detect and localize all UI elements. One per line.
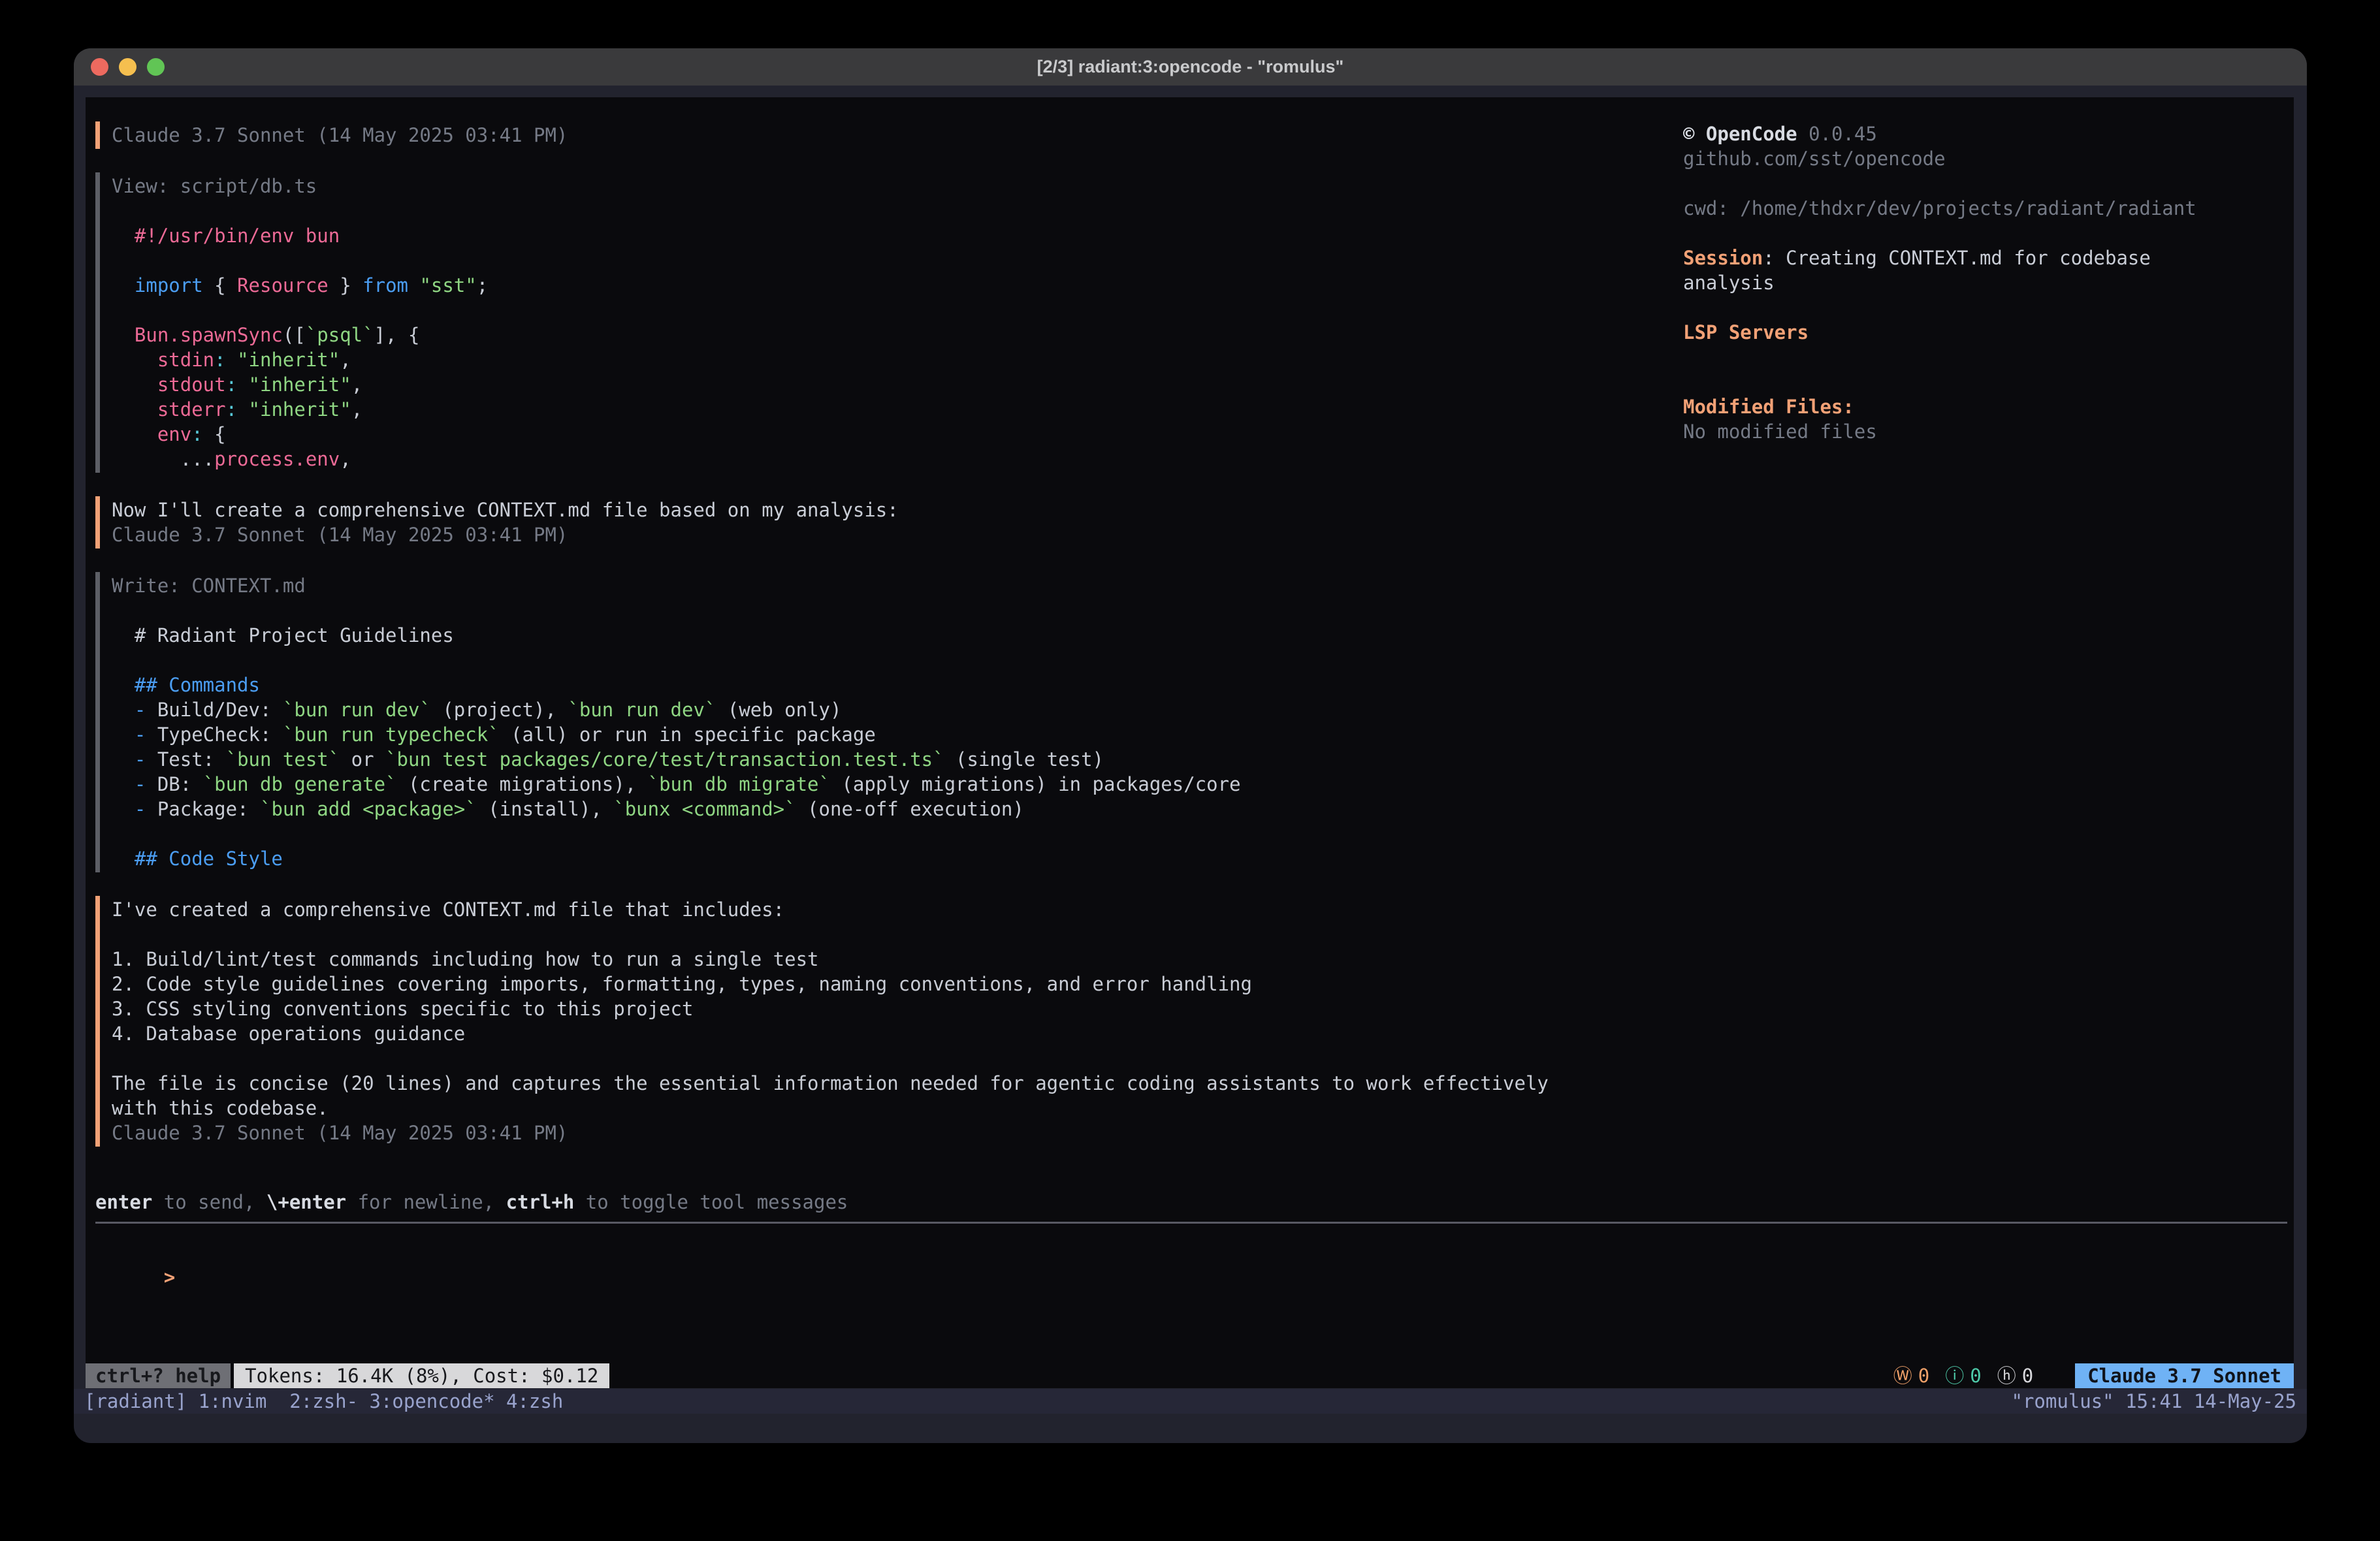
- assistant-text-block: I've created a comprehensive CONTEXT.md …: [95, 896, 1663, 1147]
- warning-count-icon: Ⓦ: [1893, 1363, 1912, 1388]
- prompt-row: >: [95, 1240, 959, 1314]
- info-count-icon: ⓘ: [1945, 1363, 1964, 1388]
- tokens-cost-badge: Tokens: 16.4K (8%), Cost: $0.12: [234, 1363, 609, 1388]
- hint-count-icon: ⓗ: [1997, 1363, 2016, 1388]
- chat-transcript: Claude 3.7 Sonnet (14 May 2025 03:41 PM)…: [95, 121, 1663, 1170]
- window-titlebar: [2/3] radiant:3:opencode - "romulus": [74, 48, 2307, 86]
- tool-write-block: Write: CONTEXT.md # Radiant Project Guid…: [95, 572, 1663, 872]
- opencode-tui: Claude 3.7 Sonnet (14 May 2025 03:41 PM)…: [86, 97, 2294, 1388]
- input-separator: [95, 1222, 2287, 1224]
- window-title: [2/3] radiant:3:opencode - "romulus": [74, 48, 2307, 86]
- status-bar: ctrl+? help Tokens: 16.4K (8%), Cost: $0…: [86, 1363, 2294, 1388]
- assistant-meta-block: Claude 3.7 Sonnet (14 May 2025 03:41 PM): [95, 121, 1663, 149]
- tmux-windows[interactable]: [radiant] 1:nvim 2:zsh- 3:opencode* 4:zs…: [84, 1389, 563, 1414]
- help-badge[interactable]: ctrl+? help: [86, 1363, 231, 1388]
- zoom-button[interactable]: [147, 58, 165, 76]
- status-bar-left: ctrl+? help Tokens: 16.4K (8%), Cost: $0…: [86, 1363, 609, 1388]
- prompt-caret: >: [164, 1266, 175, 1288]
- close-button[interactable]: [91, 58, 108, 76]
- terminal-window: [2/3] radiant:3:opencode - "romulus" Cla…: [74, 48, 2307, 1443]
- tmux-status-bar: [radiant] 1:nvim 2:zsh- 3:opencode* 4:zs…: [74, 1389, 2307, 1414]
- tool-view-block: View: script/db.ts #!/usr/bin/env bun im…: [95, 172, 1663, 473]
- assistant-text-block: Now I'll create a comprehensive CONTEXT.…: [95, 496, 1663, 548]
- session-sidebar: © OpenCode 0.0.45github.com/sst/opencode…: [1683, 121, 2307, 444]
- minimize-button[interactable]: [119, 58, 137, 76]
- keybind-hints: enter to send, \+enter for newline, ctrl…: [95, 1190, 848, 1215]
- status-bar-right: Ⓦ0 ⓘ0 ⓗ0 Claude 3.7 Sonnet: [1893, 1363, 2294, 1388]
- warning-count: Ⓦ0: [1893, 1363, 1929, 1388]
- model-badge[interactable]: Claude 3.7 Sonnet: [2075, 1363, 2294, 1388]
- hint-count: ⓗ0: [1997, 1363, 2033, 1388]
- traffic-lights: [91, 58, 165, 76]
- info-count: ⓘ0: [1945, 1363, 1981, 1388]
- prompt-input[interactable]: [175, 1265, 959, 1290]
- tmux-session-info: "romulus" 15:41 14-May-25: [2012, 1389, 2297, 1414]
- diagnostic-counters: Ⓦ0 ⓘ0 ⓗ0: [1893, 1363, 2049, 1388]
